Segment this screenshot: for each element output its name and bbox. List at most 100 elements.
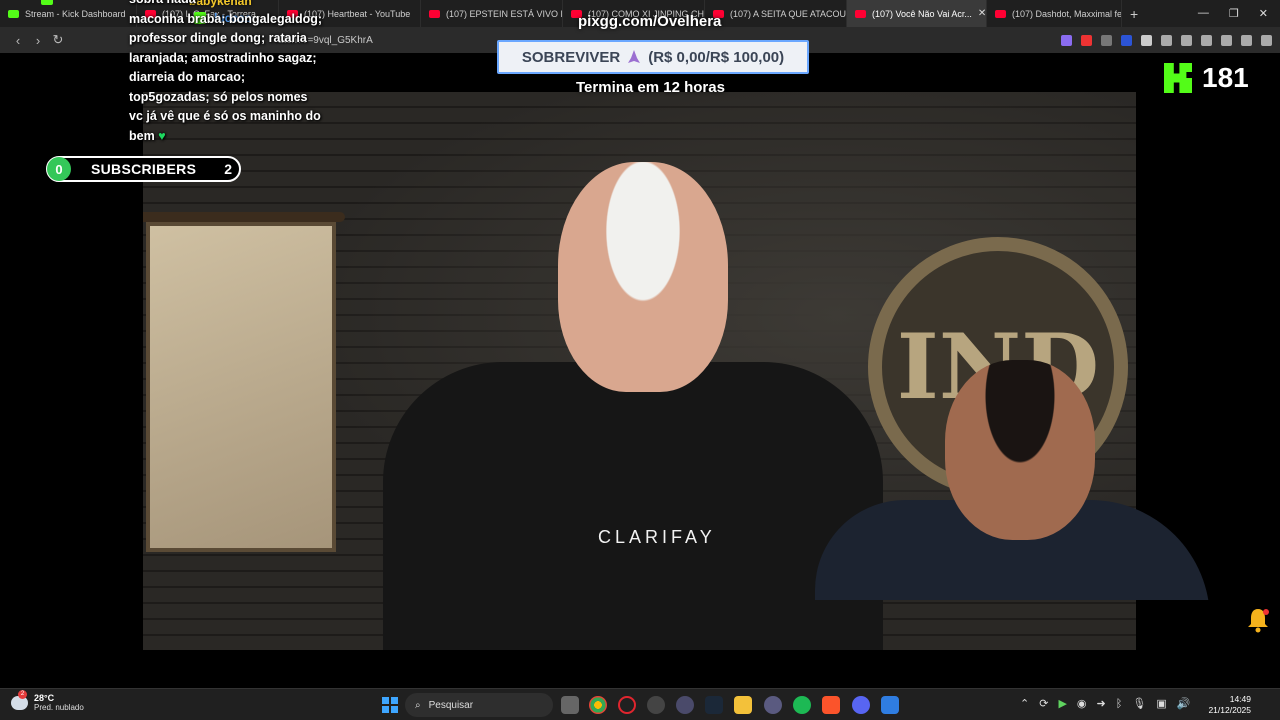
streamer-webcam bbox=[815, 340, 1210, 600]
goal-amount: (R$ 0,00/R$ 100,00) bbox=[648, 48, 785, 66]
viewer-counter: 181 bbox=[1164, 62, 1249, 94]
tab-youtube[interactable]: (107) EPSTEIN ESTÁ VIVO E EU... bbox=[421, 0, 563, 27]
chat-line-text: bem bbox=[129, 128, 155, 143]
arrow-icon[interactable]: ➜ bbox=[1097, 697, 1106, 710]
tab-youtube[interactable]: (107) Dashdot, Maxximal feat... bbox=[987, 0, 1122, 27]
map-hanger bbox=[143, 212, 345, 222]
app-icon[interactable] bbox=[764, 696, 782, 714]
extension-icons bbox=[1061, 34, 1272, 46]
chrome-icon[interactable] bbox=[589, 696, 607, 714]
chat-line: professor dingle dong; rataria bbox=[129, 31, 307, 45]
kick-icon bbox=[8, 9, 19, 18]
heart-icon: ♥ bbox=[158, 128, 166, 143]
streamer-head bbox=[945, 360, 1095, 540]
tab-label: Stream - Kick Dashboard bbox=[25, 8, 126, 19]
youtube-icon bbox=[995, 9, 1006, 18]
maximize-icon[interactable]: ❐ bbox=[1229, 7, 1239, 20]
extension-icon[interactable] bbox=[1081, 34, 1092, 46]
search-icon: ⌕ bbox=[415, 699, 421, 711]
file-explorer-task-view-icon[interactable] bbox=[561, 696, 579, 714]
volume-icon[interactable]: 🔊 bbox=[1177, 697, 1191, 710]
app-tray-icon[interactable]: ◉ bbox=[1077, 697, 1087, 710]
shirt-brand-text: CLARIFAY bbox=[598, 527, 716, 547]
steam-icon[interactable] bbox=[705, 696, 723, 714]
praying-hands-icon bbox=[628, 50, 641, 63]
microphone-icon[interactable]: 🎙 bbox=[1132, 697, 1146, 710]
donation-site: pixgg.com/Ovelhera bbox=[578, 13, 722, 30]
window-controls: — ❐ ✕ bbox=[1198, 7, 1280, 20]
shield-icon[interactable] bbox=[1241, 34, 1252, 46]
extension-icon[interactable] bbox=[1121, 34, 1132, 46]
chat-line: sobra nada bbox=[129, 0, 329, 10]
host-shirt bbox=[383, 362, 883, 650]
system-clock[interactable]: 14:49 21/12/2025 bbox=[1205, 694, 1251, 716]
extension-icon[interactable] bbox=[1101, 34, 1112, 46]
bluetooth-icon[interactable]: ᛒ bbox=[1116, 698, 1123, 710]
youtube-icon bbox=[855, 9, 866, 18]
puzzle-icon[interactable] bbox=[1161, 34, 1172, 46]
screen: Stream - Kick Dashboard (107) L.C. Fax -… bbox=[0, 0, 1280, 720]
play-icon[interactable]: ▶ bbox=[1058, 697, 1066, 710]
tab-kick-dashboard[interactable]: Stream - Kick Dashboard bbox=[0, 0, 137, 27]
new-tab-button[interactable]: + bbox=[1130, 6, 1138, 22]
subscriber-count-goal: 2 bbox=[224, 161, 232, 177]
tab-youtube-active[interactable]: (107) Você Não Vai Acr... ✕ bbox=[847, 0, 987, 27]
discord-icon[interactable] bbox=[852, 696, 870, 714]
chat-line: maconha braba; bongalegaldog; bbox=[129, 11, 323, 26]
search-placeholder: Pesquisar bbox=[428, 699, 474, 711]
obs-icon[interactable] bbox=[647, 696, 665, 714]
opera-icon[interactable] bbox=[618, 696, 636, 714]
temperature: 28°C bbox=[34, 693, 55, 703]
tab-label: (107) Você Não Vai Acr... bbox=[872, 8, 972, 19]
sidebar-icon[interactable] bbox=[1181, 34, 1192, 46]
taskbar-search[interactable]: ⌕ Pesquisar bbox=[405, 693, 553, 717]
tab-label: (107) Dashdot, Maxximal feat... bbox=[1012, 8, 1122, 19]
windows-taskbar: 2 28°C Pred. nublado ⌕ Pesquisar ⌃ ⟳ ▶ ◉ bbox=[0, 688, 1280, 720]
music-icon[interactable] bbox=[1201, 34, 1212, 46]
tab-youtube[interactable]: (107) A SEITA QUE ATACOU O... bbox=[705, 0, 847, 27]
wall-map bbox=[146, 222, 336, 552]
app-icon[interactable] bbox=[881, 696, 899, 714]
back-icon[interactable]: ‹ bbox=[8, 33, 28, 48]
spotify-icon[interactable] bbox=[793, 696, 811, 714]
donation-goal: SOBREVIVER (R$ 0,00/R$ 100,00) bbox=[497, 40, 809, 74]
close-tab-icon[interactable]: ✕ bbox=[978, 8, 986, 19]
tab-label: (107) EPSTEIN ESTÁ VIVO E EU... bbox=[446, 8, 562, 19]
chat-line: diarreia do marcao; bbox=[129, 70, 246, 84]
subscriber-count-start: 0 bbox=[47, 157, 71, 181]
goal-timer: Termina em 12 horas bbox=[576, 79, 725, 96]
chat-line: vc já vê que é só os maninho do bbox=[129, 109, 321, 123]
minimize-icon[interactable]: — bbox=[1198, 7, 1209, 20]
app-icon[interactable] bbox=[676, 696, 694, 714]
system-tray: ⌃ ⟳ ▶ ◉ ➜ ᛒ 🎙 ▣ 🔊 bbox=[1020, 697, 1191, 711]
extension-icon[interactable] bbox=[1141, 34, 1152, 46]
brave-icon[interactable] bbox=[822, 696, 840, 714]
chat-line: bem ♥ bbox=[129, 127, 329, 147]
chat-line: laranjada; amostradinho sagaz; bbox=[129, 50, 317, 65]
network-icon[interactable]: ▣ bbox=[1156, 697, 1166, 710]
chevron-up-icon[interactable]: ⌃ bbox=[1020, 697, 1029, 710]
youtube-icon bbox=[429, 9, 440, 18]
tab-label: (107) A SEITA QUE ATACOU O... bbox=[730, 8, 847, 19]
sync-icon[interactable]: ⟳ bbox=[1039, 697, 1048, 710]
folder-icon[interactable] bbox=[734, 696, 752, 714]
cloud-icon: 2 bbox=[11, 689, 28, 710]
clock-time: 14:49 bbox=[1229, 694, 1251, 704]
extension-icon[interactable] bbox=[1061, 34, 1072, 46]
forward-icon[interactable]: › bbox=[28, 33, 48, 48]
reload-icon[interactable]: ↻ bbox=[48, 32, 68, 48]
weather-widget[interactable]: 2 28°C Pred. nublado bbox=[11, 689, 84, 712]
viewer-count: 181 bbox=[1202, 62, 1249, 93]
menu-icon[interactable] bbox=[1261, 34, 1272, 46]
host-head bbox=[558, 162, 728, 392]
bell-icon bbox=[1248, 609, 1269, 633]
subscribers-label: SUBSCRIBERS bbox=[91, 161, 197, 177]
kick-badge-icon bbox=[41, 0, 53, 5]
weather-badge: 2 bbox=[18, 689, 27, 699]
goal-title: SOBREVIVER bbox=[521, 48, 621, 66]
close-window-icon[interactable]: ✕ bbox=[1259, 7, 1268, 20]
start-button[interactable] bbox=[382, 697, 398, 713]
chat-message: sobra nada maconha braba; bongalegaldog;… bbox=[129, 0, 329, 146]
video-host bbox=[383, 162, 883, 650]
wallet-icon[interactable] bbox=[1221, 34, 1232, 46]
